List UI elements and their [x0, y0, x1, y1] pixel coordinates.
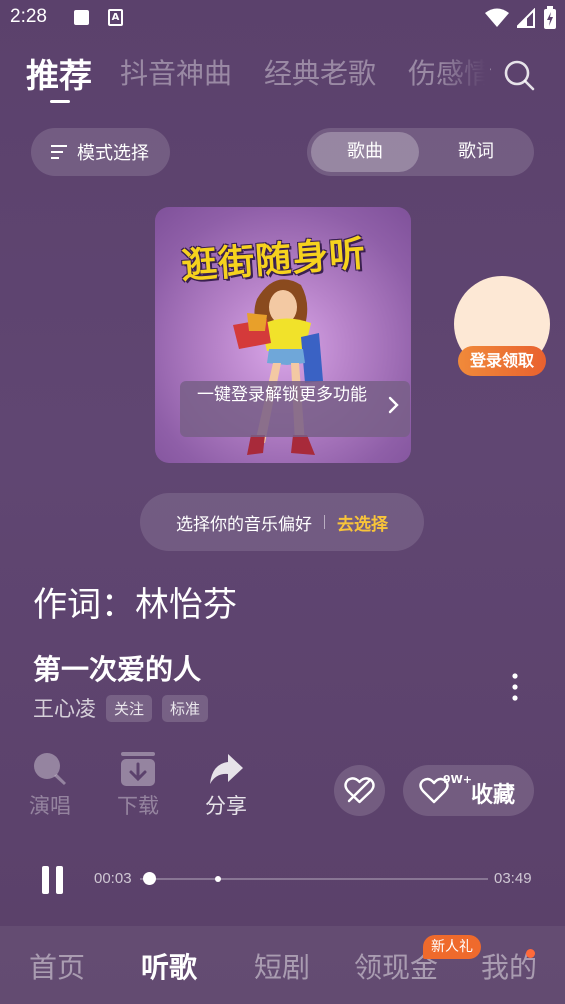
login-reward-label[interactable]: 登录领取 [458, 346, 546, 376]
status-time: 2:28 [10, 6, 47, 27]
notification-icon [74, 10, 89, 25]
nav-home[interactable]: 首页 [29, 946, 85, 986]
tab-indicator [50, 100, 70, 103]
login-unlock-text: 一键登录解锁更多功能 [197, 385, 367, 405]
dislike-button[interactable] [334, 765, 385, 816]
progress-track[interactable] [140, 878, 488, 880]
tabs-fade [440, 52, 490, 98]
view-toggle: 歌曲 歌词 [307, 128, 534, 176]
follow-button[interactable]: 关注 [106, 694, 153, 722]
list-icon [51, 145, 67, 159]
tab-recommend[interactable]: 推荐 [26, 49, 92, 97]
sing-button[interactable]: 演唱 [20, 752, 80, 820]
wifi-icon [485, 8, 509, 27]
tab-douyin-hits[interactable]: 抖音神曲 [120, 52, 232, 92]
mode-select-button[interactable]: 模式选择 [31, 128, 170, 176]
toggle-lyrics[interactable]: 歌词 [422, 132, 530, 172]
status-bar: 2:28 A [0, 0, 565, 40]
more-options-icon[interactable] [505, 672, 525, 702]
progress-thumb[interactable] [142, 872, 156, 885]
current-time: 00:03 [94, 870, 132, 887]
status-icons [485, 6, 557, 30]
player-bar: 00:03 03:49 [0, 860, 565, 900]
new-user-badge: 新人礼 [423, 935, 481, 959]
quality-button[interactable]: 标准 [162, 694, 209, 722]
sing-label: 演唱 [29, 794, 71, 818]
preference-text: 选择你的音乐偏好 [176, 514, 312, 535]
share-label: 分享 [205, 794, 247, 818]
song-title: 第一次爱的人 [33, 653, 202, 686]
bottom-navigation: 首页 听歌 短剧 领现金 我的 [0, 926, 565, 1004]
tab-classic-oldies[interactable]: 经典老歌 [264, 52, 376, 92]
login-unlock-banner[interactable]: 一键登录解锁更多功能 [180, 381, 410, 437]
pause-button[interactable] [40, 866, 66, 894]
battery-icon [544, 6, 556, 29]
preference-divider [324, 515, 325, 529]
favorite-button[interactable]: 9W+ 收藏 [403, 765, 534, 816]
download-button[interactable]: 下载 [108, 752, 168, 820]
chevron-right-icon [388, 396, 399, 414]
nav-listen[interactable]: 听歌 [141, 946, 197, 986]
download-label: 下载 [117, 794, 159, 818]
preference-action[interactable]: 去选择 [337, 510, 388, 535]
music-preference-bar[interactable]: 选择你的音乐偏好 去选择 [140, 493, 424, 551]
share-icon [210, 754, 243, 784]
share-button[interactable]: 分享 [196, 752, 256, 820]
duration-time: 03:49 [494, 870, 532, 887]
favorite-label: 收藏 [471, 783, 516, 808]
app-notification-icon: A [108, 9, 123, 26]
pause-bar-right [56, 866, 63, 894]
notification-dot [526, 949, 535, 958]
pause-bar-left [42, 866, 49, 894]
broken-heart-icon [344, 777, 375, 804]
toggle-song[interactable]: 歌曲 [311, 132, 419, 172]
nav-drama[interactable]: 短剧 [254, 946, 310, 986]
microphone-icon [34, 753, 66, 785]
search-icon[interactable] [502, 58, 536, 92]
signal-icon [517, 8, 535, 28]
artist-name[interactable]: 王心凌 [33, 693, 96, 723]
lyric-line: 作词：林怡芬 [33, 585, 237, 625]
progress-marker [215, 876, 221, 882]
download-icon [121, 752, 155, 786]
artist-row: 王心凌 关注 标准 [33, 693, 209, 723]
mode-select-label: 模式选择 [77, 143, 149, 164]
favorite-count: 9W+ [443, 773, 473, 786]
